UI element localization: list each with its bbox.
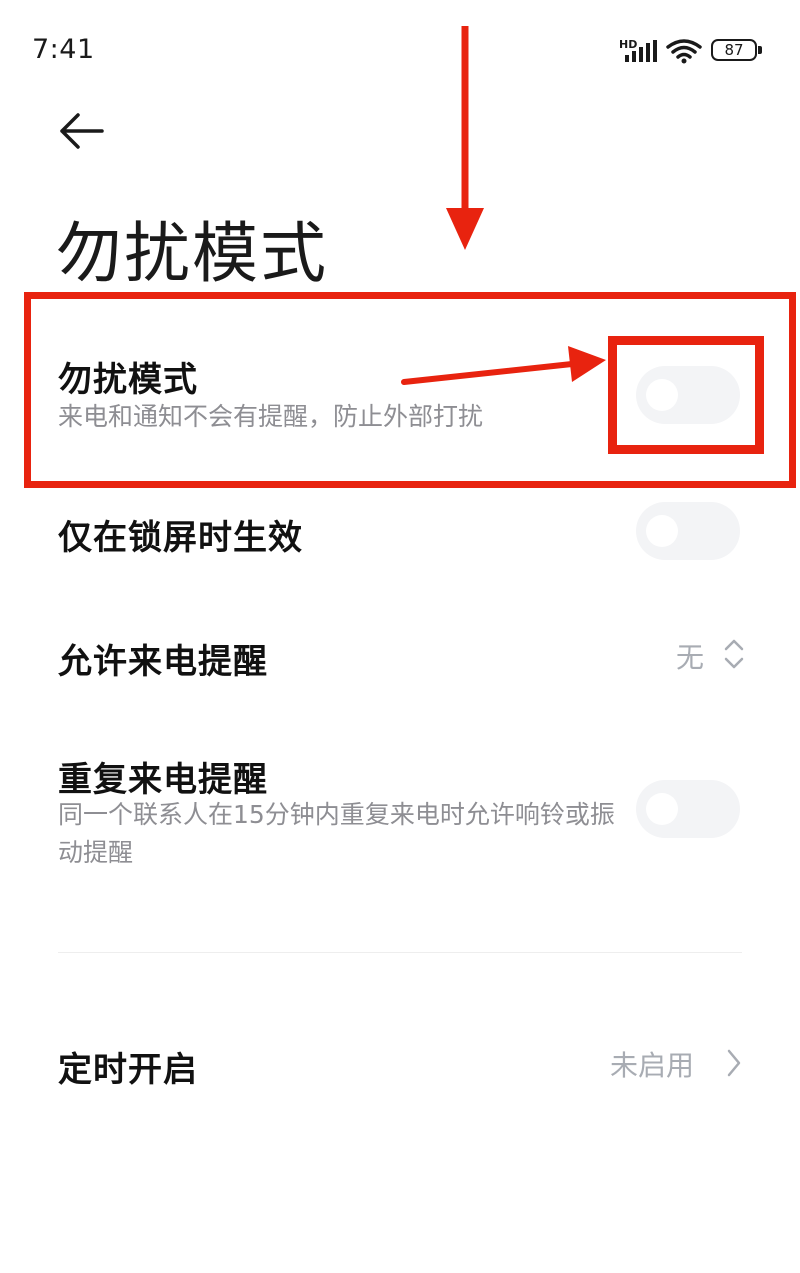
status-bar: 7:41 HD 87 xyxy=(0,0,800,100)
schedule-setting-row[interactable]: 定时开启 未启用 xyxy=(0,1020,800,1110)
battery-icon: 87 xyxy=(711,39,757,61)
back-arrow-icon[interactable] xyxy=(56,108,106,154)
repeat-calls-title: 重复来电提醒 xyxy=(58,760,268,800)
allow-calls-title: 允许来电提醒 xyxy=(58,642,268,682)
toggle-knob xyxy=(646,793,678,825)
page-title: 勿扰模式 xyxy=(56,215,328,292)
allow-calls-setting-row[interactable]: 允许来电提醒 无 xyxy=(0,610,800,700)
battery-level: 87 xyxy=(724,41,744,59)
up-down-chevron-icon xyxy=(724,639,744,669)
battery-tip xyxy=(758,46,762,54)
wifi-icon xyxy=(666,39,702,64)
lock-only-title: 仅在锁屏时生效 xyxy=(58,518,303,558)
repeat-calls-subtitle: 同一个联系人在15分钟内重复来电时允许响铃或振动提醒 xyxy=(58,800,615,867)
toggle-knob xyxy=(646,515,678,547)
annotation-arrow-right-icon xyxy=(401,346,606,385)
repeat-calls-toggle[interactable] xyxy=(636,780,740,838)
section-divider xyxy=(58,952,742,953)
lock-only-toggle[interactable] xyxy=(636,502,740,560)
annotation-arrow-down-icon xyxy=(446,26,484,250)
annotation-toggle-box xyxy=(608,336,764,454)
signal-icon xyxy=(625,40,657,62)
lock-only-setting-row[interactable]: 仅在锁屏时生效 xyxy=(0,490,800,580)
schedule-title: 定时开启 xyxy=(58,1050,198,1090)
status-time: 7:41 xyxy=(32,34,95,65)
schedule-value: 未启用 xyxy=(610,1049,695,1082)
chevron-right-icon xyxy=(727,1049,741,1077)
allow-calls-value: 无 xyxy=(676,641,705,674)
repeat-calls-setting-row[interactable]: 重复来电提醒 同一个联系人在15分钟内重复来电时允许响铃或振动提醒 xyxy=(0,740,800,880)
